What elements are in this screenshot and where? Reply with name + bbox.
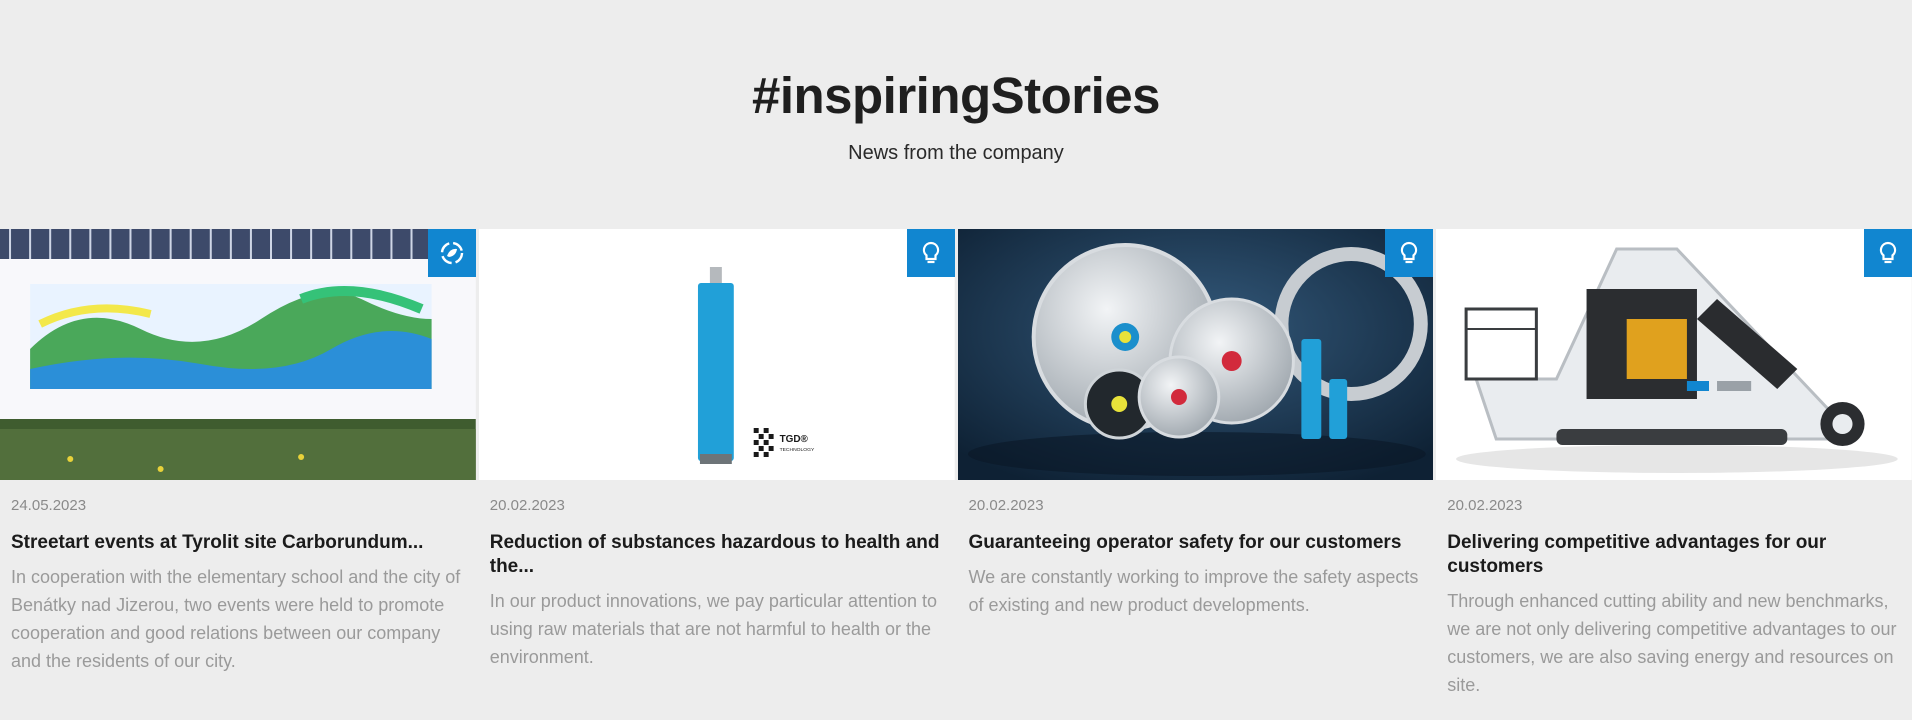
story-excerpt: We are constantly working to improve the… [968,567,1419,615]
drill-caption: TGD® [779,434,808,445]
story-title[interactable]: Reduction of substances hazardous to hea… [490,531,944,579]
streetart-mural-image[interactable] [0,229,476,480]
stories-list: 24.05.2023 Streetart events at Tyrolit s… [0,229,1912,717]
story-card[interactable]: 20.02.2023 Guaranteeing operator safety … [957,229,1434,717]
story-title[interactable]: Streetart events at Tyrolit site Carboru… [11,531,465,555]
innovation-badge [906,229,955,277]
hero-section: #inspiringStories News from the company [0,0,1912,229]
story-date: 20.02.2023 [489,497,565,514]
core-drill-image[interactable]: TGD® TECHNOLOGY [478,229,955,480]
story-excerpt: Through enhanced cutting ability and new… [1447,591,1897,695]
story-date: 24.05.2023 [11,497,87,514]
story-date: 20.02.2023 [968,497,1044,514]
story-card[interactable]: 24.05.2023 Streetart events at Tyrolit s… [0,229,476,717]
innovation-badge [1385,229,1434,277]
sustainability-icon [440,241,463,265]
lightbulb-icon [1401,241,1418,264]
page-title: #inspiringStories [751,67,1161,124]
story-title[interactable]: Delivering competitive advantages for ou… [1447,531,1901,579]
sustainability-badge [427,229,476,277]
story-card[interactable]: TGD® TECHNOLOGY 20.02.2023 Reduction of … [478,229,955,717]
story-date: 20.02.2023 [1447,497,1523,514]
story-excerpt: In cooperation with the elementary schoo… [11,567,461,671]
lightbulb-icon [922,241,939,264]
lightbulb-icon [1879,241,1897,264]
innovation-badge [1864,229,1912,277]
road-machine-image[interactable] [1436,229,1912,480]
story-excerpt: In our product innovations, we pay parti… [489,591,938,667]
drill-caption-small: TECHNOLOGY [779,447,814,453]
story-title[interactable]: Guaranteeing operator safety for our cus… [969,531,1423,555]
story-card[interactable]: 20.02.2023 Delivering competitive advant… [1436,229,1912,717]
page-subtitle: News from the company [848,142,1064,164]
saw-blades-image[interactable] [957,229,1434,480]
